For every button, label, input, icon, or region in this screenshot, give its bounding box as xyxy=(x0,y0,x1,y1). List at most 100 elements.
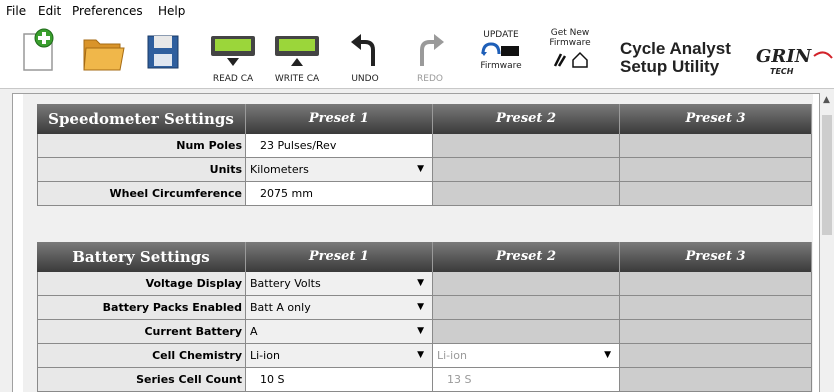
voltage-display-row: Voltage Display Battery Volts ▼ xyxy=(37,272,812,296)
undo-icon xyxy=(351,34,375,66)
get-new-label: Get New xyxy=(550,28,590,38)
series-cell-count-p3-cell xyxy=(620,368,812,391)
battery-title: Battery Settings xyxy=(37,242,246,272)
app-title-line2: Setup Utility xyxy=(620,57,720,76)
undo-button[interactable]: UNDO xyxy=(345,26,385,86)
series-cell-count-p1-input[interactable]: 10 S xyxy=(246,368,433,391)
cell-chemistry-row: Cell Chemistry Li-ion ▼ Li-ion ▼ xyxy=(37,344,812,368)
units-p3-cell xyxy=(620,158,812,181)
wheel-circumference-row: Wheel Circumference 2075 mm xyxy=(37,182,812,206)
num-poles-p2-cell xyxy=(433,134,620,157)
dropdown-arrow-icon: ▼ xyxy=(417,278,424,288)
voltage-display-label: Voltage Display xyxy=(37,272,246,295)
toolbar: READ CA WRITE CA UNDO REDO UPDATE Firmwa… xyxy=(0,22,834,89)
battery-packs-p3-cell xyxy=(620,296,812,319)
read-ca-label: READ CA xyxy=(212,74,254,84)
preset-1-header: Preset 1 xyxy=(246,242,433,272)
series-cell-count-row: Series Cell Count 10 S 13 S xyxy=(37,368,812,392)
preset-3-header: Preset 3 xyxy=(620,242,812,272)
firmware-chip-icon xyxy=(481,42,519,56)
scroll-up-icon[interactable]: ▲ xyxy=(823,95,830,105)
units-p1-select[interactable]: Kilometers ▼ xyxy=(246,158,433,181)
menu-bar: File Edit Preferences Help xyxy=(0,0,834,22)
current-battery-p1-select[interactable]: A ▼ xyxy=(246,320,433,343)
dropdown-arrow-icon: ▼ xyxy=(417,350,424,360)
cell-chemistry-p1-select[interactable]: Li-ion ▼ xyxy=(246,344,433,367)
write-ca-button[interactable]: WRITE CA xyxy=(268,26,326,86)
preset-3-header: Preset 3 xyxy=(620,104,812,134)
battery-section: Battery Settings Preset 1 Preset 2 Prese… xyxy=(37,242,812,392)
menu-preferences[interactable]: Preferences xyxy=(72,4,143,18)
cell-chemistry-p2-value: Li-ion xyxy=(437,349,467,362)
new-file-icon xyxy=(23,28,54,71)
write-ca-label: WRITE CA xyxy=(274,74,320,84)
svg-text:TECH: TECH xyxy=(770,67,794,76)
vertical-scrollbar[interactable]: ▲ xyxy=(818,93,834,391)
wheel-circumference-p1-input[interactable]: 2075 mm xyxy=(246,182,433,205)
speedometer-header: Speedometer Settings Preset 1 Preset 2 P… xyxy=(37,104,812,134)
read-ca-button[interactable]: READ CA xyxy=(205,26,261,86)
wheel-circumference-p2-cell xyxy=(433,182,620,205)
units-p2-cell xyxy=(433,158,620,181)
dropdown-arrow-icon: ▼ xyxy=(417,302,424,312)
battery-header: Battery Settings Preset 1 Preset 2 Prese… xyxy=(37,242,812,272)
current-battery-p1-value: A xyxy=(250,325,258,338)
speedometer-section: Speedometer Settings Preset 1 Preset 2 P… xyxy=(37,104,812,206)
series-cell-count-p2-value: 13 S xyxy=(447,373,472,386)
preset-1-header: Preset 1 xyxy=(246,104,433,134)
cell-chemistry-p1-value: Li-ion xyxy=(250,349,280,362)
current-battery-p2-cell xyxy=(433,320,620,343)
menu-file[interactable]: File xyxy=(6,4,26,18)
get-new-firmware-button[interactable]: Get New Firmware xyxy=(542,26,598,86)
redo-icon xyxy=(420,34,444,66)
units-p1-value: Kilometers xyxy=(250,163,309,176)
update-firmware-button[interactable]: UPDATE Firmware xyxy=(476,26,526,86)
read-device-icon xyxy=(211,36,255,66)
redo-button[interactable]: REDO xyxy=(410,26,450,86)
num-poles-p1-input[interactable]: 23 Pulses/Rev xyxy=(246,134,433,157)
scroll-thumb[interactable] xyxy=(822,115,832,235)
undo-label: UNDO xyxy=(351,74,379,84)
voltage-display-p3-cell xyxy=(620,272,812,295)
folder-icon xyxy=(83,39,125,71)
num-poles-row: Num Poles 23 Pulses/Rev xyxy=(37,134,812,158)
svg-text:GRIN: GRIN xyxy=(756,46,813,67)
num-poles-p3-cell xyxy=(620,134,812,157)
app-title: Cycle Analyst Setup Utility xyxy=(620,40,731,76)
menu-edit[interactable]: Edit xyxy=(38,4,61,18)
dropdown-arrow-icon: ▼ xyxy=(417,326,424,336)
web-home-icon xyxy=(553,51,588,68)
voltage-display-p2-cell xyxy=(433,272,620,295)
voltage-display-p1-select[interactable]: Battery Volts ▼ xyxy=(246,272,433,295)
current-battery-row: Current Battery A ▼ xyxy=(37,320,812,344)
app-title-line1: Cycle Analyst xyxy=(620,39,731,58)
new-file-button[interactable] xyxy=(18,26,58,86)
menu-help[interactable]: Help xyxy=(158,4,185,18)
cell-chemistry-label: Cell Chemistry xyxy=(37,344,246,367)
settings-panel: Speedometer Settings Preset 1 Preset 2 P… xyxy=(12,93,820,392)
firmware-label: Firmware xyxy=(480,61,522,71)
battery-packs-row: Battery Packs Enabled Batt A only ▼ xyxy=(37,296,812,320)
wheel-circumference-label: Wheel Circumference xyxy=(37,182,246,205)
speedometer-title: Speedometer Settings xyxy=(37,104,246,134)
voltage-display-p1-value: Battery Volts xyxy=(250,277,321,290)
dropdown-arrow-icon: ▼ xyxy=(417,164,424,174)
dropdown-arrow-icon: ▼ xyxy=(604,350,611,360)
cell-chemistry-p3-cell xyxy=(620,344,812,367)
num-poles-label: Num Poles xyxy=(37,134,246,157)
battery-packs-p1-value: Batt A only xyxy=(250,301,311,314)
battery-packs-p1-select[interactable]: Batt A only ▼ xyxy=(246,296,433,319)
write-device-icon xyxy=(275,36,319,66)
series-cell-count-p2-input[interactable]: 13 S xyxy=(433,368,620,391)
current-battery-label: Current Battery xyxy=(37,320,246,343)
settings-inner: Speedometer Settings Preset 1 Preset 2 P… xyxy=(23,94,813,392)
open-folder-button[interactable] xyxy=(80,26,126,86)
series-cell-count-label: Series Cell Count xyxy=(37,368,246,391)
battery-packs-p2-cell xyxy=(433,296,620,319)
units-row: Units Kilometers ▼ xyxy=(37,158,812,182)
save-button[interactable] xyxy=(142,26,182,86)
cell-chemistry-p2-select[interactable]: Li-ion ▼ xyxy=(433,344,620,367)
save-disk-icon xyxy=(147,35,179,69)
battery-packs-label: Battery Packs Enabled xyxy=(37,296,246,319)
redo-label: REDO xyxy=(417,74,443,84)
